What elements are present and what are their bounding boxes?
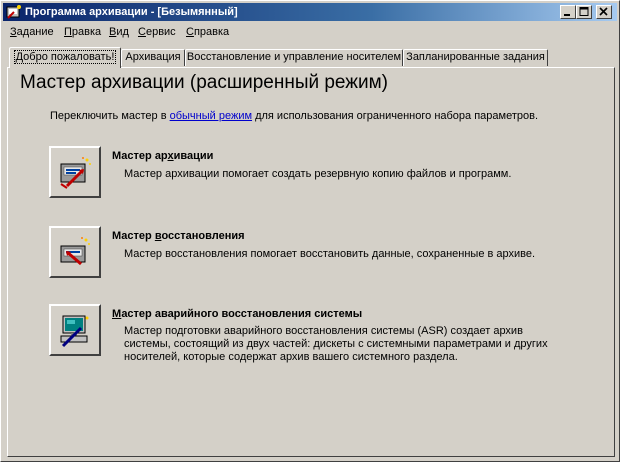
backup-wizard-icon — [60, 157, 91, 189]
restore-wizard-description: Мастер восстановления помогает восстанов… — [124, 248, 536, 260]
menu-task[interactable]: Задание — [7, 23, 57, 41]
minimize-button[interactable] — [560, 5, 576, 19]
backup-app-icon — [6, 5, 21, 19]
page-title: Мастер архивации (расширенный режим) — [20, 72, 388, 93]
maximize-icon — [579, 7, 589, 16]
close-icon — [599, 7, 608, 16]
close-button[interactable] — [596, 5, 612, 19]
backup-wizard-button[interactable] — [49, 146, 101, 198]
tab-schedule[interactable]: Запланированные задания — [403, 49, 548, 66]
restore-wizard-button[interactable] — [49, 226, 101, 278]
menu-view[interactable]: Вид — [106, 23, 132, 41]
mode-switch-text: Переключить мастер в обычный режим для и… — [50, 110, 539, 122]
menu-edit[interactable]: Правка — [61, 23, 104, 41]
tab-welcome[interactable]: Добро пожаловать! — [9, 47, 121, 68]
basic-mode-link[interactable]: обычный режим — [170, 110, 252, 122]
tab-backup[interactable]: Архивация — [121, 49, 185, 66]
window-title: Программа архивации - [Безымянный] — [25, 6, 238, 18]
asr-wizard-icon — [60, 315, 89, 348]
backup-wizard-title[interactable]: Мастер архивации — [112, 150, 213, 162]
asr-wizard-title[interactable]: Мастер аварийного восстановления системы — [112, 308, 362, 320]
menu-bar: Задание Правка Вид Сервис Справка — [3, 23, 617, 41]
maximize-button[interactable] — [576, 5, 592, 19]
minimize-icon — [564, 14, 570, 16]
menu-help[interactable]: Справка — [183, 23, 232, 41]
menu-tools[interactable]: Сервис — [135, 23, 179, 41]
backup-window: Программа архивации - [Безымянный] Задан… — [0, 0, 620, 462]
restore-wizard-title[interactable]: Мастер восстановления — [112, 230, 245, 242]
restore-wizard-icon — [60, 237, 90, 266]
welcome-panel: Мастер архивации (расширенный режим) Пер… — [7, 67, 615, 457]
asr-wizard-description: Мастер подготовки аварийного восстановле… — [124, 325, 548, 363]
tab-restore[interactable]: Восстановление и управление носителем — [185, 49, 403, 66]
title-bar[interactable]: Программа архивации - [Безымянный] — [3, 3, 617, 21]
tab-control: Добро пожаловать! Архивация Восстановлен… — [7, 47, 615, 457]
backup-wizard-description: Мастер архивации помогает создать резерв… — [124, 168, 512, 180]
asr-wizard-button[interactable] — [49, 304, 101, 356]
